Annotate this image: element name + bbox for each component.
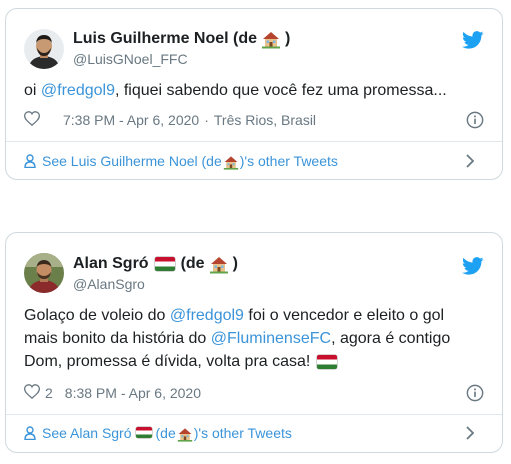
person-icon: [24, 154, 36, 168]
separator: ·: [204, 112, 209, 128]
mention-link[interactable]: @fredgol9: [170, 307, 244, 324]
location[interactable]: Três Rios, Brasil: [214, 112, 316, 128]
person-icon: [24, 426, 36, 440]
flag-emoji-icon: [135, 427, 152, 439]
chevron-right-icon: [466, 426, 475, 440]
like-count[interactable]: 2: [45, 385, 53, 401]
see-other-tweets-link[interactable]: See Luis Guilherme Noel (de )'s other Tw…: [24, 150, 484, 172]
flag-emoji-icon: [316, 354, 337, 369]
info-icon[interactable]: [466, 111, 484, 129]
timestamp[interactable]: 7:38 PM - Apr 6, 2020: [63, 112, 199, 128]
tweet-text: oi @fredgol9, fiquei sabendo que você fe…: [24, 82, 447, 99]
house-emoji-icon: [209, 254, 229, 274]
tweet-card: Luis Guilherme Noel (de ) @LuisGNoel_FFC…: [5, 8, 503, 180]
divider: [6, 141, 502, 142]
divider: [6, 414, 502, 415]
avatar[interactable]: [24, 29, 64, 69]
mention-link[interactable]: @FluminenseFC: [211, 330, 331, 347]
author-handle[interactable]: @LuisGNoel_FFC: [73, 51, 188, 67]
info-icon[interactable]: [466, 384, 484, 402]
tweet-meta: 2 8:38 PM - Apr 6, 2020: [23, 383, 484, 403]
mention-link[interactable]: @fredgol9: [41, 82, 115, 99]
tweet-text-line: Golaço de voleio do @fredgol9 foi o venc…: [24, 307, 445, 324]
house-emoji-icon: [261, 29, 281, 49]
tweet-meta: 7:38 PM - Apr 6, 2020 · Três Rios, Brasi…: [23, 110, 484, 130]
flag-emoji-icon: [154, 257, 175, 271]
tweet-text-line: mais bonito da história do @FluminenseFC…: [24, 330, 451, 347]
heart-icon[interactable]: [23, 111, 41, 129]
heart-icon[interactable]: [23, 384, 41, 402]
twitter-bird-icon[interactable]: [462, 31, 484, 49]
avatar[interactable]: [24, 253, 64, 293]
house-emoji-icon: [177, 424, 193, 442]
author-handle[interactable]: @AlanSgro: [73, 276, 145, 292]
tweet-text-line: Dom, promessa é dívida, volta pra casa!: [24, 350, 484, 373]
timestamp[interactable]: 8:38 PM - Apr 6, 2020: [65, 385, 201, 401]
twitter-bird-icon[interactable]: [462, 257, 484, 275]
tweet-text: Golaço de voleio do @fredgol9 foi o venc…: [24, 304, 484, 373]
chevron-right-icon: [466, 154, 475, 168]
author-name[interactable]: Luis Guilherme Noel (de ): [73, 29, 290, 49]
house-emoji-icon: [223, 152, 239, 170]
tweet-card: Alan Sgró (de ) @AlanSgro Golaço de vole…: [5, 232, 503, 453]
see-other-tweets-link[interactable]: See Alan Sgró (de )'s other Tweets: [24, 422, 484, 444]
author-name[interactable]: Alan Sgró (de ): [73, 254, 238, 274]
